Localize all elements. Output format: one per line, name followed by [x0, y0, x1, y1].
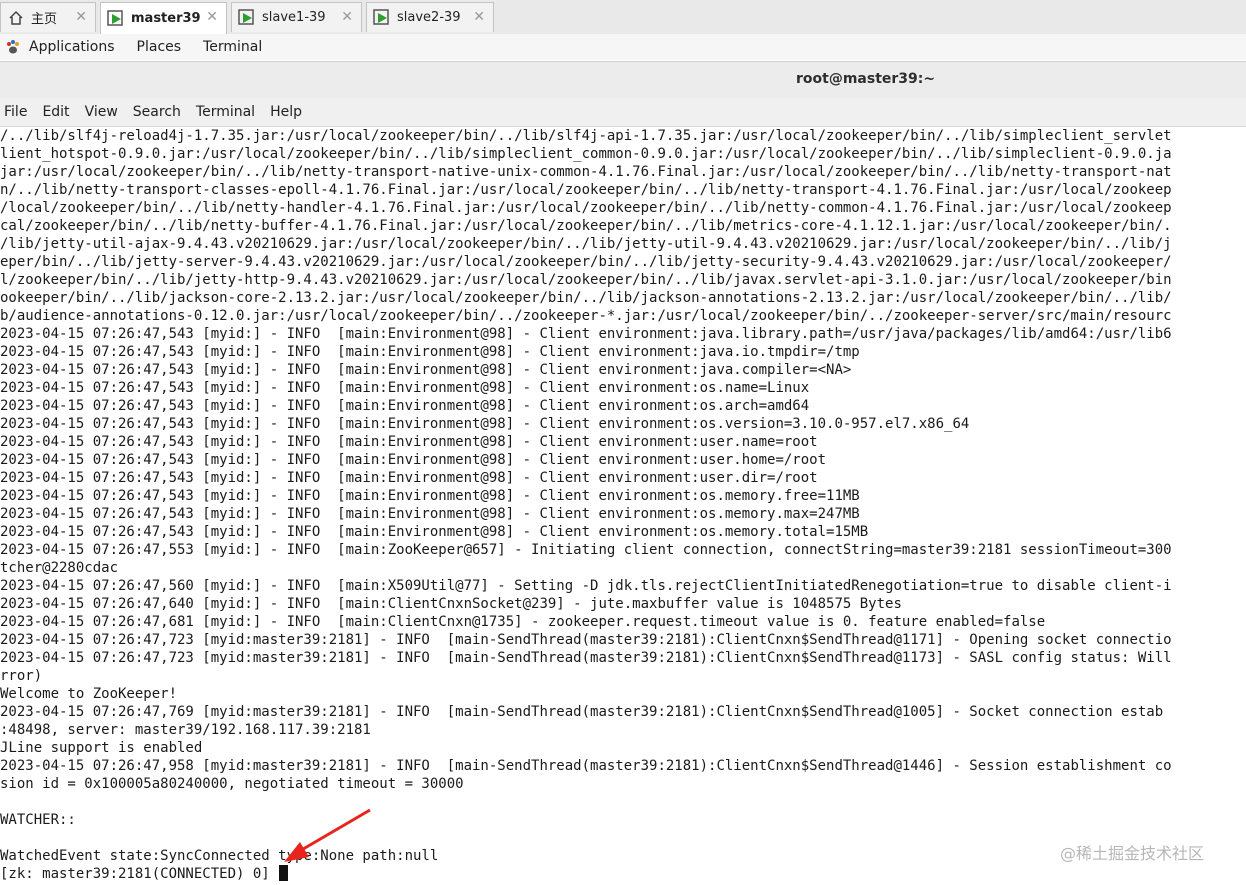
watermark-text: @稀土掘金技术社区: [1060, 844, 1205, 863]
annotation-arrow: [284, 808, 371, 862]
